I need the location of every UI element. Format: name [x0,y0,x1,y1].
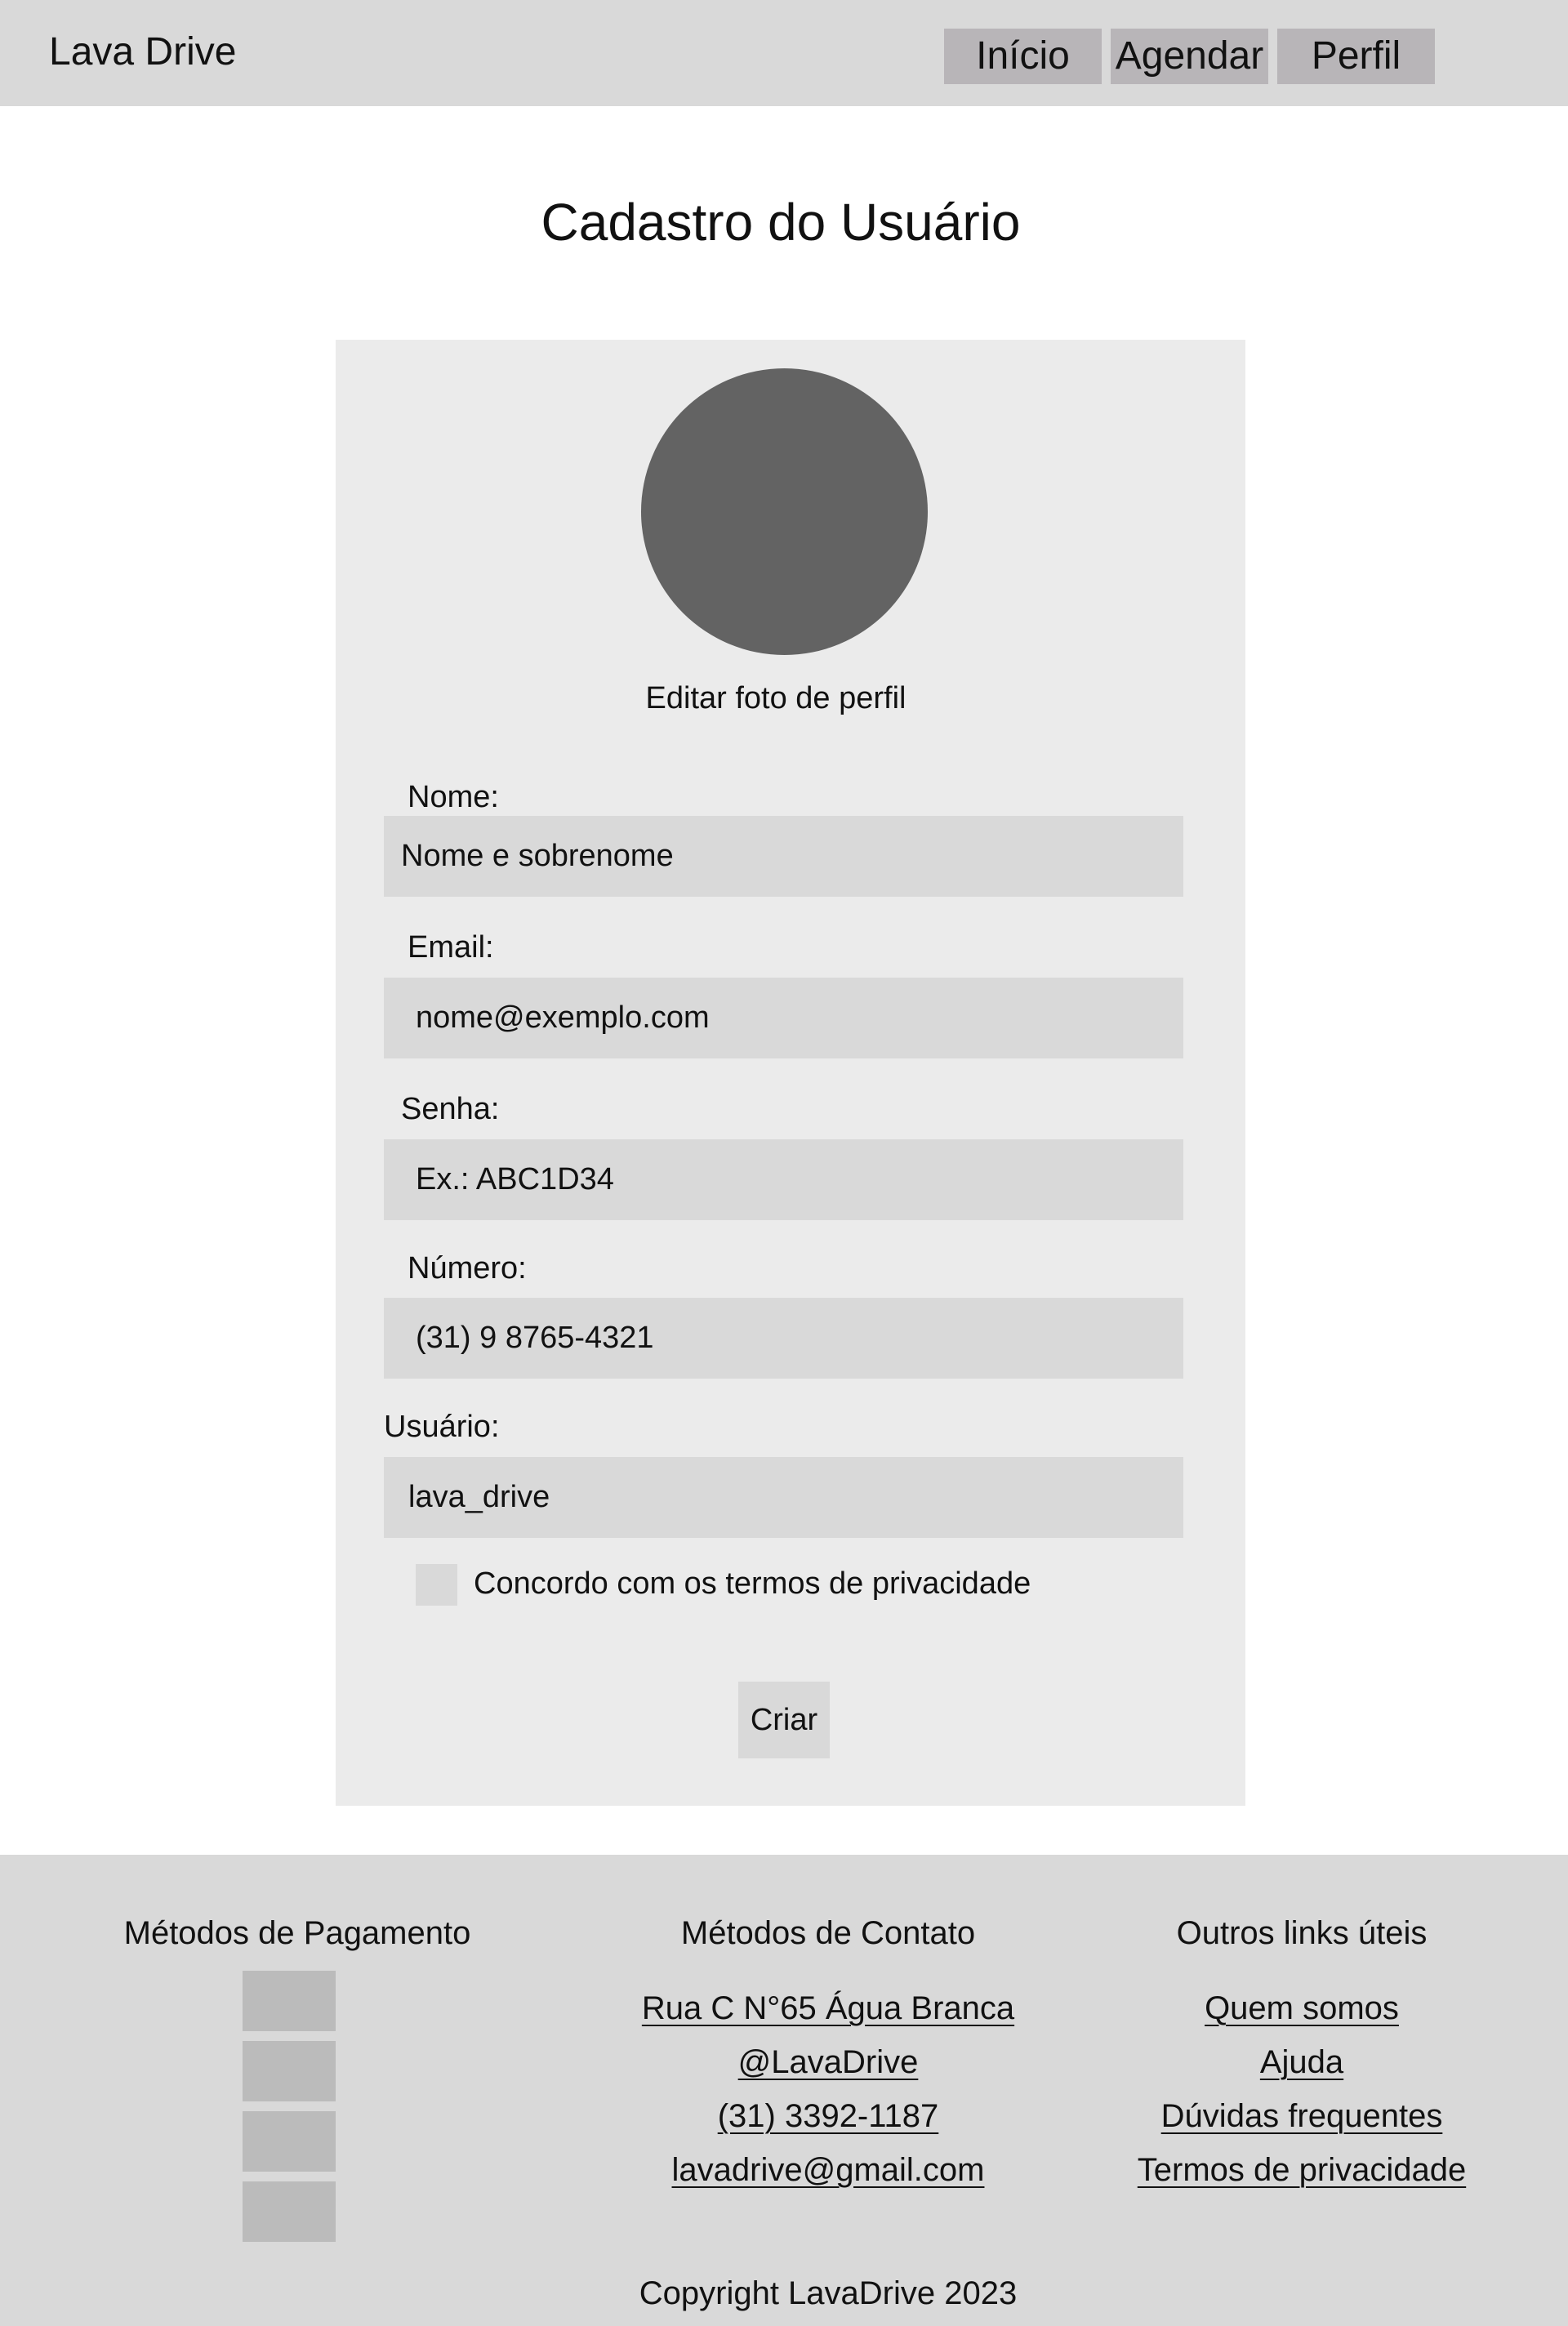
avatar-photo-icon[interactable] [641,368,928,655]
quem-somos-link[interactable]: Quem somos [1016,1987,1568,2030]
senha-label: Senha: [401,1092,500,1126]
copyright-text: Copyright LavaDrive 2023 [639,2275,1018,2311]
usuario-label: Usuário: [384,1410,500,1444]
contact-email-text[interactable]: lavadrive@gmail.com [672,2152,985,2188]
senha-input[interactable]: Ex.: ABC1D34 [384,1139,1183,1220]
faq-link[interactable]: Dúvidas frequentes [1016,2095,1568,2137]
email-input[interactable]: nome@exemplo.com [384,978,1183,1058]
quem-somos-text[interactable]: Quem somos [1205,1990,1399,2026]
usuario-input[interactable]: lava_drive [384,1457,1183,1538]
nav-inicio-button[interactable]: Início [944,29,1102,84]
privacy-checkbox[interactable] [416,1564,457,1606]
payment-method-icon [243,1971,336,2031]
brand-logo-text[interactable]: Lava Drive [49,28,236,77]
page-title: Cadastro do Usuário [541,193,1021,252]
payment-methods-title: Métodos de Pagamento [123,1915,471,1951]
numero-input[interactable]: (31) 9 8765-4321 [384,1298,1183,1379]
useful-links-title: Outros links úteis [1176,1915,1428,1951]
contact-social-text[interactable]: @LavaDrive [738,2044,919,2080]
nav-perfil-button[interactable]: Perfil [1277,29,1435,84]
create-account-button[interactable]: Criar [738,1682,830,1758]
privacy-terms-link[interactable]: Termos de privacidade [1016,2149,1568,2191]
payment-method-icon [243,2111,336,2172]
ajuda-link[interactable]: Ajuda [1016,2041,1568,2083]
registration-form-card: Editar foto de perfil Nome: Nome e sobre… [336,340,1245,1806]
email-label: Email: [408,930,494,965]
top-navbar: Lava Drive Início Agendar Perfil [0,0,1568,106]
nome-label: Nome: [408,780,499,814]
numero-label: Número: [408,1251,527,1286]
contact-address-text[interactable]: Rua C N°65 Água Branca [642,1990,1014,2026]
nav-agendar-button[interactable]: Agendar [1111,29,1268,84]
ajuda-text[interactable]: Ajuda [1260,2044,1343,2080]
privacy-terms-text[interactable]: Termos de privacidade [1138,2152,1466,2188]
faq-text[interactable]: Dúvidas frequentes [1161,2098,1443,2134]
payment-method-icon [243,2181,336,2242]
contact-phone-text[interactable]: (31) 3392-1187 [718,2098,939,2134]
payment-method-icon [243,2041,336,2101]
privacy-checkbox-label[interactable]: Concordo com os termos de privacidade [474,1563,1031,1604]
footer: Métodos de Pagamento Métodos de Contato … [0,1855,1568,2326]
nome-input[interactable]: Nome e sobrenome [384,816,1183,897]
edit-profile-photo-link[interactable]: Editar foto de perfil [336,678,1245,719]
